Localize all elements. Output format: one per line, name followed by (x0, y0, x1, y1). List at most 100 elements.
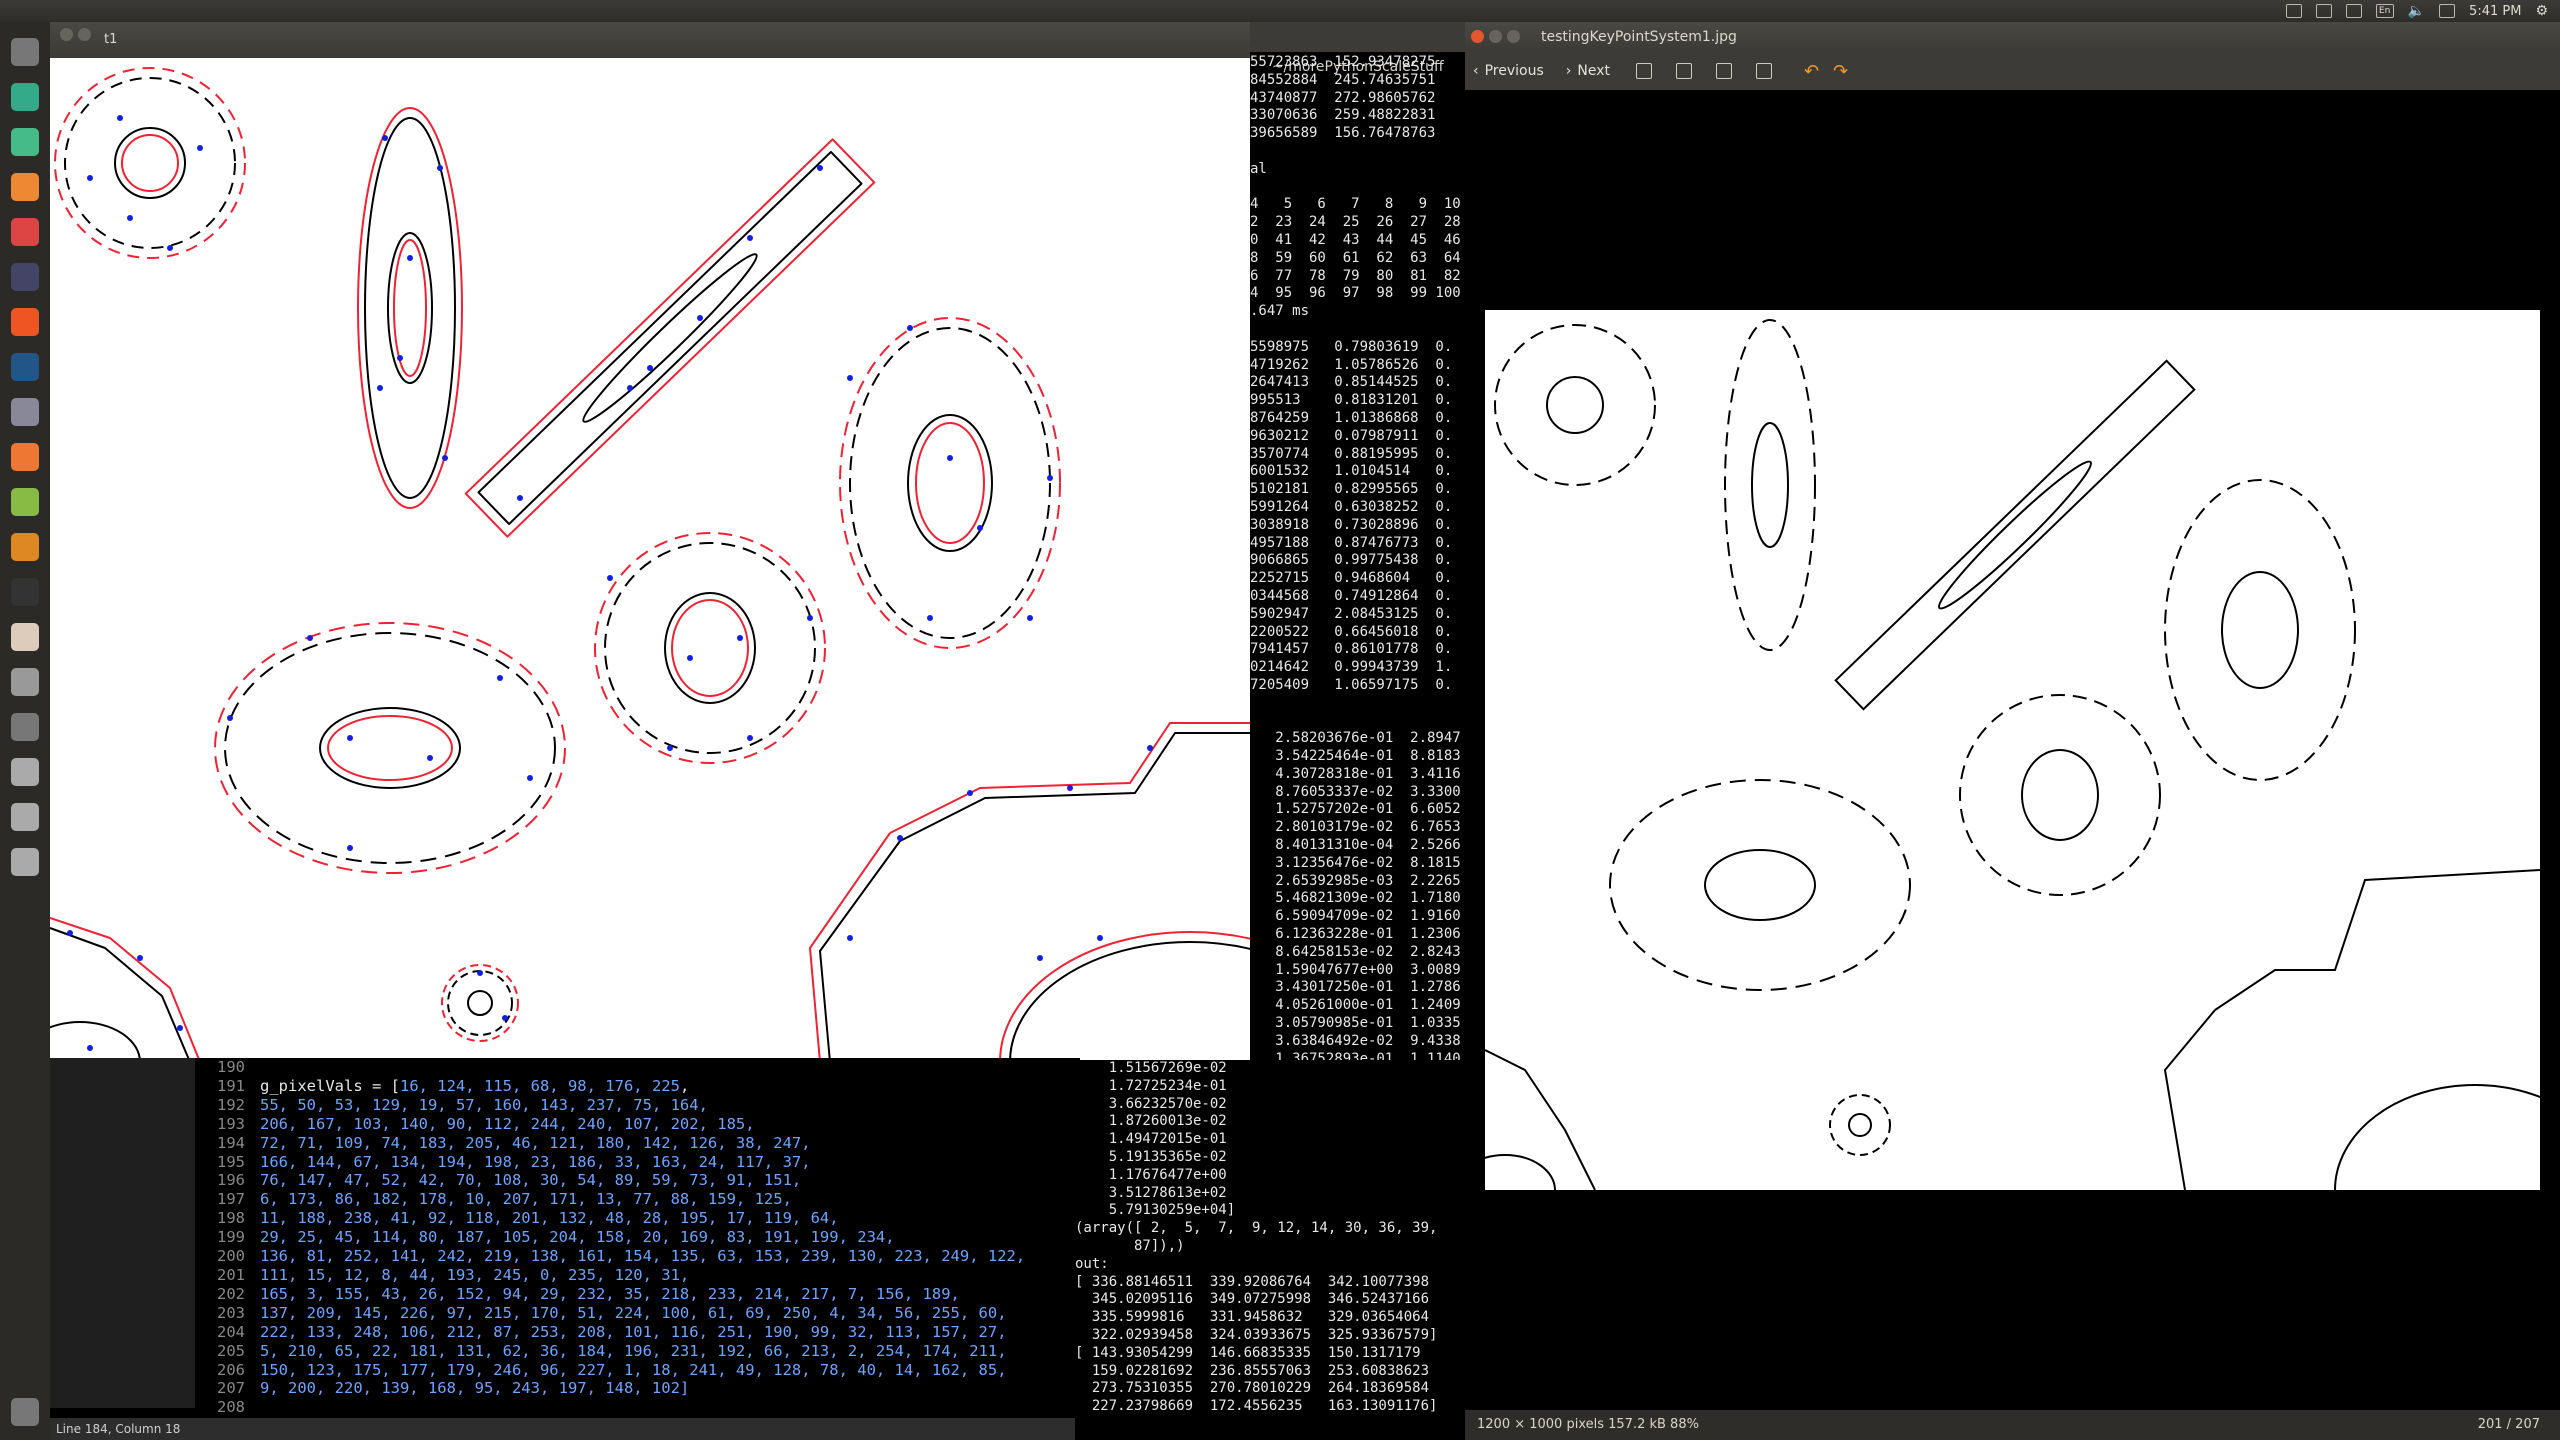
steam-icon[interactable] (5, 257, 45, 297)
writer-icon[interactable] (5, 617, 45, 657)
calculator-icon[interactable] (5, 212, 45, 252)
keyboard-icon[interactable]: En (2375, 4, 2394, 18)
settings-icon[interactable] (5, 707, 45, 747)
minimize-icon[interactable] (78, 28, 91, 41)
zoom-in-icon[interactable] (1636, 63, 1653, 79)
terminal-line: 5102181 0.82995565 0. (1250, 481, 1453, 498)
settings-gear-icon[interactable]: ⚙ (2535, 3, 2548, 19)
line-numbers: 190 191 192 193 194 195 196 197 198 199 200 201 202 2… (195, 1058, 245, 1417)
code-line: 76, 147, 47, 52, 42, 70, 108, 30, 54, 89… (260, 1171, 802, 1190)
launcher (0, 22, 51, 1440)
terminal-titlebar[interactable]: ~/morePythonScaleStuff (1250, 22, 1490, 75)
terminal-line: 7205409 1.06597175 0. (1250, 676, 1453, 693)
terminal-line: 1.59047677e+00 3.0089 (1250, 961, 1461, 978)
text-editor-icon[interactable] (5, 167, 45, 207)
terminal-line: 1.87260013e-02 (1075, 1113, 1227, 1130)
chrome-icon[interactable] (5, 77, 45, 117)
image-viewer[interactable]: testingKeyPointSystem1.jpg ‹ Previous › … (1465, 22, 2560, 1440)
terminal-line: 84552884 245.74635751 (1250, 71, 1436, 88)
drive-icon-glyph (11, 758, 39, 786)
trash-icon[interactable] (5, 1392, 45, 1432)
code-line: 72, 71, 109, 74, 183, 205, 46, 121, 180,… (260, 1133, 811, 1152)
terminal-line: 2252715 0.9468604 0. (1250, 570, 1453, 587)
text-editor-icon-glyph (11, 173, 39, 201)
terminal-line: 5902947 2.08453125 0. (1250, 605, 1453, 622)
terminal-output-lower[interactable]: 1.51567269e-02 1.72725234e-01 3.66232570… (1075, 1060, 1465, 1440)
terminal-line: 4 95 96 97 98 99 100 (1250, 285, 1461, 302)
terminal-line: 273.75310355 270.78010229 264.18369584 (1075, 1380, 1430, 1397)
terminal-line: [ 336.88146511 339.92086764 342.10077398 (1075, 1273, 1430, 1290)
code-editor[interactable]: 190 191 192 193 194 195 196 197 198 199 200 201 202 2… (50, 1058, 1080, 1440)
volume-icon[interactable]: 🔈 (2408, 3, 2425, 19)
zoom-out-icon[interactable] (1676, 63, 1693, 79)
maximize-icon[interactable] (1507, 30, 1520, 43)
code-line: 29, 25, 45, 114, 80, 187, 105, 204, 158,… (260, 1228, 895, 1247)
updates-icon[interactable] (2315, 4, 2332, 18)
dash-icon[interactable] (5, 32, 45, 72)
terminal-line: 4957188 0.87476773 0. (1250, 534, 1453, 551)
image-info: 1200 × 1000 pixels 157.2 kB 88% (1477, 1417, 1699, 1432)
terminal-line: [ 143.93054299 146.66835335 150.1317179 (1075, 1344, 1430, 1361)
next-button[interactable]: › Next (1558, 63, 1618, 79)
code-line: 111, 15, 12, 8, 44, 193, 245, 0, 235, 12… (260, 1265, 690, 1284)
help-icon[interactable] (5, 662, 45, 702)
terminal-line: 227.23798669 172.4556235 163.13091176] (1075, 1398, 1438, 1415)
terminal-line: 7941457 0.86101778 0. (1250, 641, 1453, 658)
viewer-titlebar[interactable]: testingKeyPointSystem1.jpg (1465, 22, 2560, 52)
files-icon[interactable] (5, 122, 45, 162)
next-label: Next (1577, 63, 1611, 79)
close-icon[interactable] (60, 28, 73, 41)
zoom-fit-icon[interactable] (1756, 63, 1773, 79)
window-t1-titlebar[interactable]: t1 (50, 22, 1250, 58)
terminal-line: 87]),) (1075, 1237, 1185, 1254)
rotate-right-icon[interactable]: ↷ (1833, 61, 1848, 82)
drive-icon[interactable] (5, 797, 45, 837)
viewer-title: testingKeyPointSystem1.jpg (1541, 29, 1737, 45)
virtualbox-icon[interactable] (5, 347, 45, 387)
terminal-line: 0344568 0.74912864 0. (1250, 587, 1453, 604)
drive-icon[interactable] (5, 752, 45, 792)
viewer-statusbar: 1200 × 1000 pixels 157.2 kB 88% 201 / 20… (1465, 1410, 2560, 1440)
terminal-line: 322.02939458 324.03933675 325.93367579] (1075, 1326, 1438, 1343)
code-content[interactable]: g_pixelVals = [16, 124, 115, 68, 98, 176… (260, 1058, 1080, 1417)
blender-icon[interactable] (5, 437, 45, 477)
drive-icon[interactable] (5, 842, 45, 882)
system-tools-icon[interactable] (5, 392, 45, 432)
mail-icon[interactable] (2439, 4, 2456, 18)
terminal-line: out: (1075, 1255, 1109, 1272)
help-icon-glyph (11, 668, 39, 696)
line-number: 191 (217, 1076, 245, 1095)
rotate-left-icon[interactable]: ↶ (1804, 61, 1819, 82)
network-icon[interactable] (2345, 4, 2362, 18)
minimize-icon[interactable] (1489, 30, 1502, 43)
vlc-icon[interactable] (5, 527, 45, 567)
terminal-output[interactable]: ~/morePythonScaleStuff 55723863 152.9347… (1250, 22, 1490, 1062)
line-number: 205 (217, 1341, 245, 1360)
previous-button[interactable]: ‹ Previous (1465, 63, 1552, 79)
terminal-line: 39656589 156.76478763 (1250, 125, 1436, 142)
line-number: 202 (217, 1284, 245, 1303)
disc-icon[interactable] (5, 482, 45, 522)
clock[interactable]: 5:41 PM (2469, 4, 2521, 19)
terminal-icon[interactable] (5, 572, 45, 612)
code-line: 206, 167, 103, 140, 90, 112, 244, 240, 1… (260, 1114, 755, 1133)
line-number: 201 (217, 1265, 245, 1284)
terminal-line: 5.46821309e-02 1.7180 (1250, 890, 1461, 907)
image-position: 201 / 207 (2477, 1417, 2540, 1432)
terminal-line: 2.65392985e-03 2.2265 (1250, 872, 1461, 889)
vlc-icon-glyph (11, 533, 39, 561)
editor-status-text: Line 184, Column 18 (56, 1422, 181, 1436)
window-t1[interactable]: t1 (50, 22, 1250, 1062)
terminal-line: 3.63846492e-02 9.4338 (1250, 1032, 1461, 1049)
close-icon[interactable] (1471, 30, 1484, 43)
terminal-line: 3570774 0.88195995 0. (1250, 445, 1453, 462)
dropbox-icon[interactable] (2285, 4, 2302, 18)
zoom-normal-icon[interactable] (1716, 63, 1733, 79)
keypoint-canvas (50, 58, 1250, 1062)
firefox-icon[interactable] (5, 302, 45, 342)
